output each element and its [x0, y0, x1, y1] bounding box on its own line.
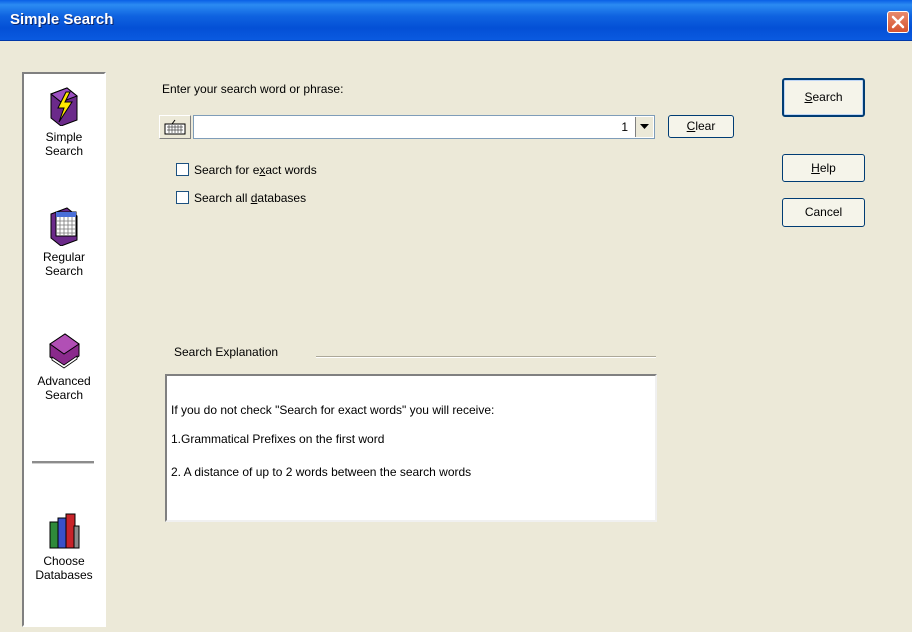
explanation-box: If you do not check "Search for exact wo…	[165, 374, 657, 522]
nav-simple-search-label2: Search	[44, 144, 84, 158]
all-databases-label: Search all databases	[194, 190, 307, 205]
chevron-down-icon	[640, 124, 649, 129]
all-databases-option[interactable]: Search all databases	[176, 190, 306, 205]
books-icon	[49, 513, 80, 549]
all-databases-checkbox[interactable]	[176, 191, 189, 205]
title-bar: Simple Search	[0, 0, 912, 41]
exact-words-label: Search for exact words	[194, 162, 317, 177]
search-input[interactable]: 1	[193, 115, 655, 139]
search-prompt-label: Enter your search word or phrase:	[162, 82, 344, 96]
explanation-line: If you do not check "Search for exact wo…	[171, 403, 495, 417]
nav-choose-databases-label2: Databases	[35, 568, 93, 582]
window-title: Simple Search	[10, 11, 114, 28]
search-type-panel: Simple Search Regular Search Advanced Se…	[22, 72, 106, 627]
cancel-button[interactable]: Cancel	[782, 198, 865, 227]
exact-words-checkbox[interactable]	[176, 163, 189, 177]
nav-simple-search[interactable]: Simple Search	[24, 86, 104, 158]
close-icon	[891, 15, 905, 29]
search-label: earch	[812, 90, 843, 104]
help-mnemonic: H	[811, 161, 820, 175]
search-button[interactable]: Search	[782, 78, 865, 117]
explanation-title: Search Explanation	[174, 345, 279, 359]
virtual-keyboard-button[interactable]	[159, 115, 191, 139]
help-button[interactable]: Help	[782, 154, 865, 182]
nav-simple-search-label1: Simple	[45, 130, 83, 144]
book-icon	[49, 333, 80, 369]
cancel-label: Cancel	[804, 205, 843, 219]
keyboard-icon	[164, 119, 186, 135]
nav-choose-databases-label1: Choose	[43, 554, 85, 568]
nav-advanced-search-label1: Advanced	[37, 374, 91, 388]
nav-regular-search-label1: Regular	[42, 250, 86, 264]
nav-advanced-search[interactable]: Advanced Search	[24, 330, 104, 402]
close-button[interactable]	[887, 11, 909, 33]
calendar-grid-icon	[50, 207, 78, 246]
nav-separator	[32, 461, 94, 464]
explanation-line: 2. A distance of up to 2 words between t…	[171, 465, 472, 479]
nav-regular-search[interactable]: Regular Search	[24, 206, 104, 278]
clear-button[interactable]: Clear	[668, 115, 734, 138]
search-history-dropdown[interactable]	[635, 117, 653, 137]
history-counter: 1	[621, 120, 628, 134]
nav-choose-databases[interactable]: Choose Databases	[24, 510, 104, 582]
explanation-line: 1.Grammatical Prefixes on the first word	[171, 432, 385, 446]
exact-words-option[interactable]: Search for exact words	[176, 162, 317, 177]
lightning-icon	[50, 87, 78, 126]
explanation-divider	[316, 356, 656, 358]
help-label: elp	[819, 161, 836, 175]
nav-regular-search-label2: Search	[44, 264, 84, 278]
clear-label: lear	[695, 119, 716, 133]
nav-advanced-search-label2: Search	[44, 388, 84, 402]
